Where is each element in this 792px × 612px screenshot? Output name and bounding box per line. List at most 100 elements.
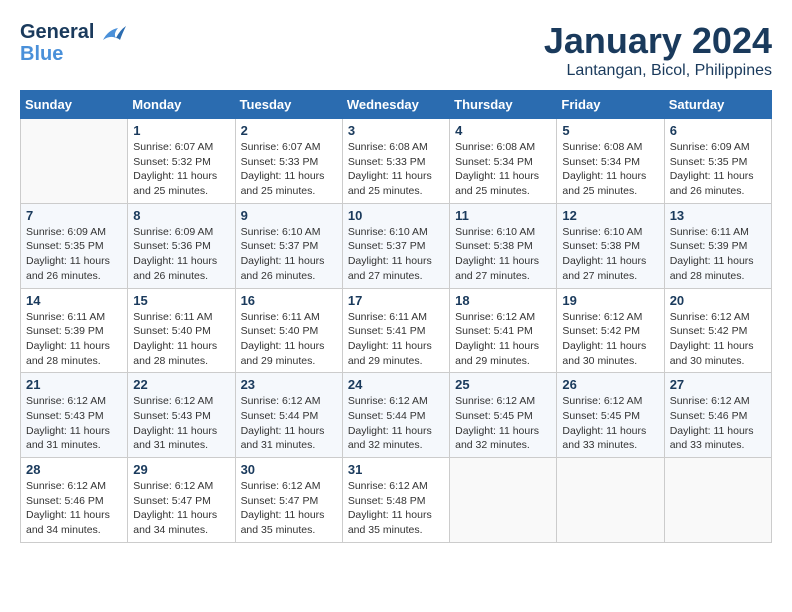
calendar-cell: 2Sunrise: 6:07 AM Sunset: 5:33 PM Daylig… xyxy=(235,119,342,204)
day-number: 10 xyxy=(348,208,444,223)
day-number: 17 xyxy=(348,293,444,308)
calendar-cell: 6Sunrise: 6:09 AM Sunset: 5:35 PM Daylig… xyxy=(664,119,771,204)
day-number: 25 xyxy=(455,377,551,392)
calendar-cell: 12 Sunrise: 6:10 AM Sunset: 5:38 PM Dayli… xyxy=(557,203,664,288)
day-number: 20 xyxy=(670,293,766,308)
calendar-cell: 28 Sunrise: 6:12 AM Sunset: 5:46 PM Dayli… xyxy=(21,458,128,543)
calendar-cell: 23Sunrise: 6:12 AM Sunset: 5:44 PM Dayli… xyxy=(235,373,342,458)
calendar-cell: 10 Sunrise: 6:10 AM Sunset: 5:37 PM Dayli… xyxy=(342,203,449,288)
day-info: Sunrise: 6:11 AM Sunset: 5:41 PM Dayligh… xyxy=(348,310,444,369)
day-number: 16 xyxy=(241,293,337,308)
day-info: Sunrise: 6:12 AM Sunset: 5:46 PM Dayligh… xyxy=(26,479,122,538)
day-number: 18 xyxy=(455,293,551,308)
day-number: 5 xyxy=(562,123,658,138)
calendar-cell: 30 Sunrise: 6:12 AM Sunset: 5:47 PM Dayli… xyxy=(235,458,342,543)
logo-line2: Blue xyxy=(20,43,94,65)
day-info: Sunrise: 6:11 AM Sunset: 5:39 PM Dayligh… xyxy=(670,225,766,284)
calendar-week-row: 21 Sunrise: 6:12 AM Sunset: 5:43 PM Dayli… xyxy=(21,373,772,458)
header-wednesday: Wednesday xyxy=(342,91,449,119)
day-number: 30 xyxy=(241,462,337,477)
day-number: 1 xyxy=(133,123,229,138)
day-number: 9 xyxy=(241,208,337,223)
calendar-cell xyxy=(450,458,557,543)
header-sunday: Sunday xyxy=(21,91,128,119)
day-number: 14 xyxy=(26,293,122,308)
calendar-cell: 17 Sunrise: 6:11 AM Sunset: 5:41 PM Dayli… xyxy=(342,288,449,373)
day-info: Sunrise: 6:12 AM Sunset: 5:47 PM Dayligh… xyxy=(133,479,229,538)
day-info: Sunrise: 6:12 AM Sunset: 5:41 PM Dayligh… xyxy=(455,310,551,369)
logo-bird-icon xyxy=(98,20,128,57)
calendar-cell: 13 Sunrise: 6:11 AM Sunset: 5:39 PM Dayli… xyxy=(664,203,771,288)
calendar-week-row: 1 Sunrise: 6:07 AM Sunset: 5:32 PM Daylig… xyxy=(21,119,772,204)
day-number: 28 xyxy=(26,462,122,477)
location: Lantangan, Bicol, Philippines xyxy=(544,62,772,80)
day-number: 8 xyxy=(133,208,229,223)
calendar-cell xyxy=(21,119,128,204)
day-number: 19 xyxy=(562,293,658,308)
day-info: Sunrise: 6:12 AM Sunset: 5:45 PM Dayligh… xyxy=(562,394,658,453)
day-info: Sunrise: 6:12 AM Sunset: 5:45 PM Dayligh… xyxy=(455,394,551,453)
header-thursday: Thursday xyxy=(450,91,557,119)
calendar-cell: 11Sunrise: 6:10 AM Sunset: 5:38 PM Dayli… xyxy=(450,203,557,288)
calendar-cell: 5 Sunrise: 6:08 AM Sunset: 5:34 PM Daylig… xyxy=(557,119,664,204)
calendar-table: SundayMondayTuesdayWednesdayThursdayFrid… xyxy=(20,90,772,543)
logo: General Blue xyxy=(20,20,128,65)
calendar-cell: 7Sunrise: 6:09 AM Sunset: 5:35 PM Daylig… xyxy=(21,203,128,288)
day-info: Sunrise: 6:11 AM Sunset: 5:40 PM Dayligh… xyxy=(241,310,337,369)
header-tuesday: Tuesday xyxy=(235,91,342,119)
day-info: Sunrise: 6:12 AM Sunset: 5:44 PM Dayligh… xyxy=(241,394,337,453)
page-header: General Blue January 2024 Lantangan, Bic… xyxy=(20,20,772,80)
day-number: 4 xyxy=(455,123,551,138)
calendar-cell: 8 Sunrise: 6:09 AM Sunset: 5:36 PM Daylig… xyxy=(128,203,235,288)
calendar-cell: 27Sunrise: 6:12 AM Sunset: 5:46 PM Dayli… xyxy=(664,373,771,458)
day-info: Sunrise: 6:10 AM Sunset: 5:38 PM Dayligh… xyxy=(562,225,658,284)
day-info: Sunrise: 6:10 AM Sunset: 5:37 PM Dayligh… xyxy=(348,225,444,284)
day-info: Sunrise: 6:11 AM Sunset: 5:40 PM Dayligh… xyxy=(133,310,229,369)
calendar-cell: 20 Sunrise: 6:12 AM Sunset: 5:42 PM Dayli… xyxy=(664,288,771,373)
day-number: 21 xyxy=(26,377,122,392)
month-title: January 2024 xyxy=(544,20,772,62)
day-number: 27 xyxy=(670,377,766,392)
day-number: 6 xyxy=(670,123,766,138)
day-info: Sunrise: 6:12 AM Sunset: 5:44 PM Dayligh… xyxy=(348,394,444,453)
day-info: Sunrise: 6:12 AM Sunset: 5:43 PM Dayligh… xyxy=(26,394,122,453)
day-info: Sunrise: 6:12 AM Sunset: 5:42 PM Dayligh… xyxy=(562,310,658,369)
day-number: 3 xyxy=(348,123,444,138)
logo-line1: General xyxy=(20,21,94,43)
calendar-cell: 1 Sunrise: 6:07 AM Sunset: 5:32 PM Daylig… xyxy=(128,119,235,204)
calendar-cell xyxy=(557,458,664,543)
day-info: Sunrise: 6:07 AM Sunset: 5:32 PM Dayligh… xyxy=(133,140,229,199)
day-number: 12 xyxy=(562,208,658,223)
calendar-cell: 16 Sunrise: 6:11 AM Sunset: 5:40 PM Dayli… xyxy=(235,288,342,373)
header-monday: Monday xyxy=(128,91,235,119)
day-number: 26 xyxy=(562,377,658,392)
day-info: Sunrise: 6:08 AM Sunset: 5:34 PM Dayligh… xyxy=(455,140,551,199)
calendar-week-row: 7Sunrise: 6:09 AM Sunset: 5:35 PM Daylig… xyxy=(21,203,772,288)
day-info: Sunrise: 6:12 AM Sunset: 5:47 PM Dayligh… xyxy=(241,479,337,538)
day-info: Sunrise: 6:08 AM Sunset: 5:34 PM Dayligh… xyxy=(562,140,658,199)
calendar-cell: 31Sunrise: 6:12 AM Sunset: 5:48 PM Dayli… xyxy=(342,458,449,543)
day-number: 13 xyxy=(670,208,766,223)
title-block: January 2024 Lantangan, Bicol, Philippin… xyxy=(544,20,772,80)
calendar-cell: 3Sunrise: 6:08 AM Sunset: 5:33 PM Daylig… xyxy=(342,119,449,204)
calendar-cell: 24 Sunrise: 6:12 AM Sunset: 5:44 PM Dayli… xyxy=(342,373,449,458)
day-info: Sunrise: 6:10 AM Sunset: 5:38 PM Dayligh… xyxy=(455,225,551,284)
day-number: 15 xyxy=(133,293,229,308)
day-number: 22 xyxy=(133,377,229,392)
day-info: Sunrise: 6:10 AM Sunset: 5:37 PM Dayligh… xyxy=(241,225,337,284)
calendar-cell: 21 Sunrise: 6:12 AM Sunset: 5:43 PM Dayli… xyxy=(21,373,128,458)
calendar-cell: 15 Sunrise: 6:11 AM Sunset: 5:40 PM Dayli… xyxy=(128,288,235,373)
day-number: 7 xyxy=(26,208,122,223)
day-info: Sunrise: 6:09 AM Sunset: 5:36 PM Dayligh… xyxy=(133,225,229,284)
day-number: 31 xyxy=(348,462,444,477)
calendar-cell: 14 Sunrise: 6:11 AM Sunset: 5:39 PM Dayli… xyxy=(21,288,128,373)
day-number: 29 xyxy=(133,462,229,477)
day-info: Sunrise: 6:12 AM Sunset: 5:42 PM Dayligh… xyxy=(670,310,766,369)
day-info: Sunrise: 6:12 AM Sunset: 5:43 PM Dayligh… xyxy=(133,394,229,453)
header-saturday: Saturday xyxy=(664,91,771,119)
day-number: 24 xyxy=(348,377,444,392)
header-friday: Friday xyxy=(557,91,664,119)
calendar-week-row: 28 Sunrise: 6:12 AM Sunset: 5:46 PM Dayli… xyxy=(21,458,772,543)
day-info: Sunrise: 6:11 AM Sunset: 5:39 PM Dayligh… xyxy=(26,310,122,369)
day-info: Sunrise: 6:07 AM Sunset: 5:33 PM Dayligh… xyxy=(241,140,337,199)
